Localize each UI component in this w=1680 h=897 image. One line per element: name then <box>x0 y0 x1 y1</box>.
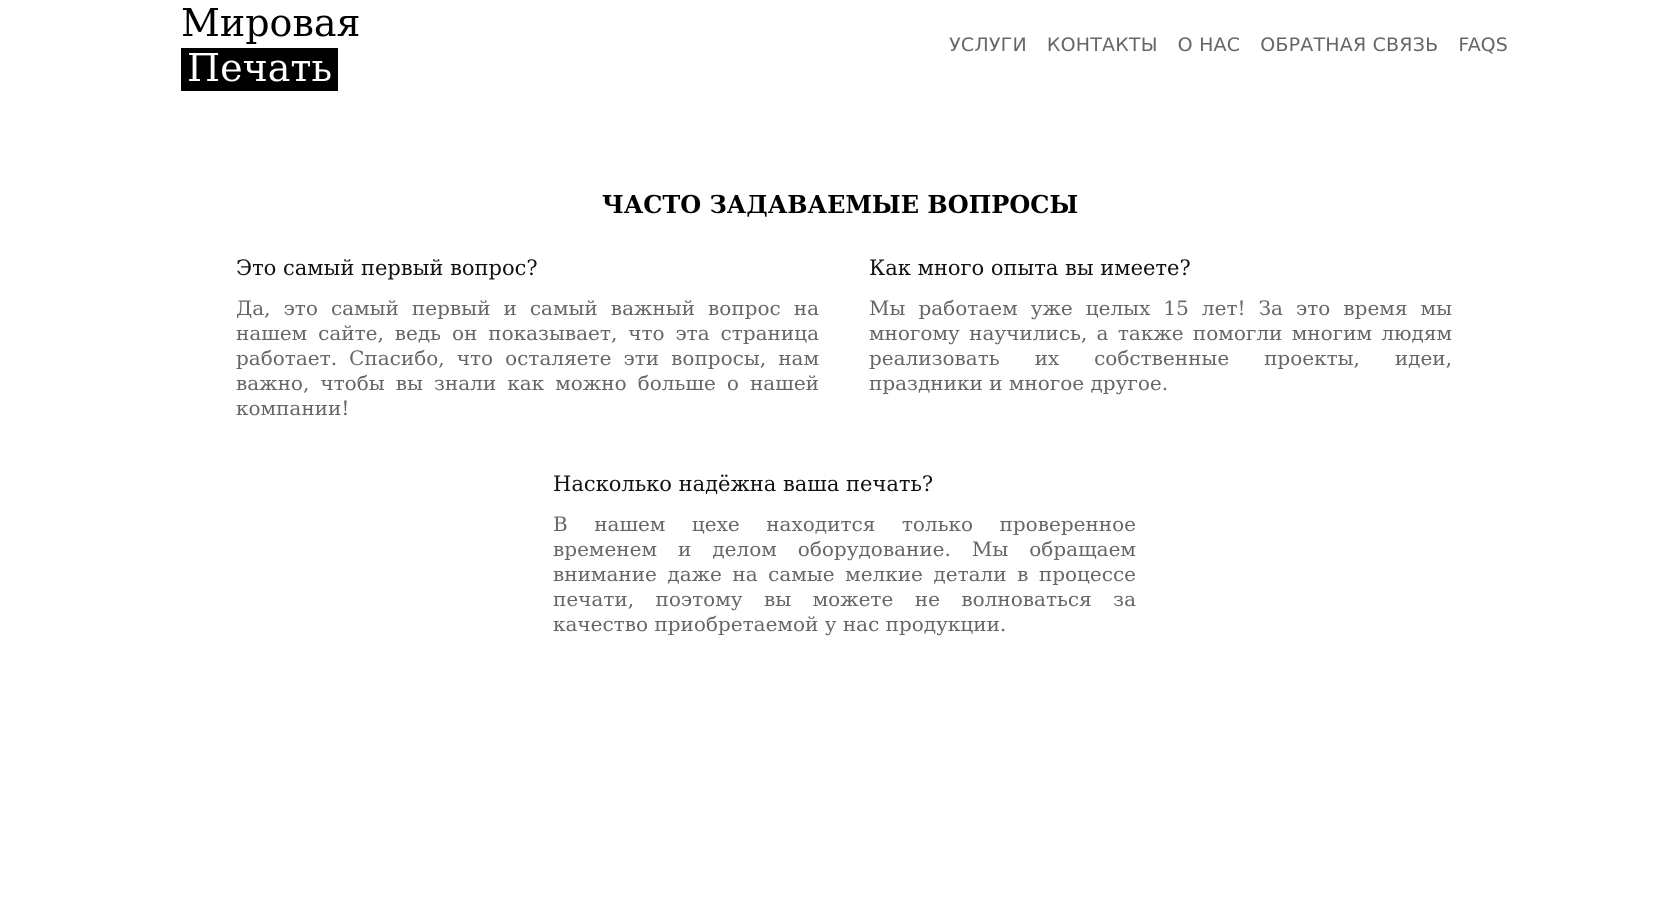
faq-answer: Мы работаем уже целых 15 лет! За это вре… <box>869 296 1452 395</box>
nav-link-services[interactable]: УСЛУГИ <box>949 34 1027 56</box>
faq-answer: Да, это самый первый и самый важный вопр… <box>236 296 819 420</box>
faq-item: Как много опыта вы имеете? Мы работаем у… <box>869 254 1452 396</box>
nav-link-faqs[interactable]: FAQS <box>1458 34 1508 56</box>
logo-line-1: Мировая <box>181 1 361 45</box>
logo-line-2: Печать <box>181 48 339 91</box>
faq-item: Насколько надёжна ваша печать? В нашем ц… <box>553 470 1136 637</box>
nav-link-about[interactable]: О НАС <box>1178 34 1241 56</box>
faq-title: ЧАСТО ЗАДАВАЕМЫЕ ВОПРОСЫ <box>601 190 1079 219</box>
nav-link-feedback[interactable]: ОБРАТНАЯ СВЯЗЬ <box>1260 34 1438 56</box>
faq-item: Это самый первый вопрос? Да, это самый п… <box>236 254 819 421</box>
faq-question: Насколько надёжна ваша печать? <box>553 472 934 496</box>
site-logo[interactable]: Мировая Печать <box>181 2 360 91</box>
faq-question: Как много опыта вы имеете? <box>869 256 1191 280</box>
nav-link-contacts[interactable]: КОНТАКТЫ <box>1047 34 1158 56</box>
faq-question: Это самый первый вопрос? <box>236 256 538 280</box>
faq-answer: В нашем цехе находится только проверенно… <box>553 512 1136 636</box>
main-nav: УСЛУГИ КОНТАКТЫ О НАС ОБРАТНАЯ СВЯЗЬ FAQ… <box>949 34 1508 56</box>
